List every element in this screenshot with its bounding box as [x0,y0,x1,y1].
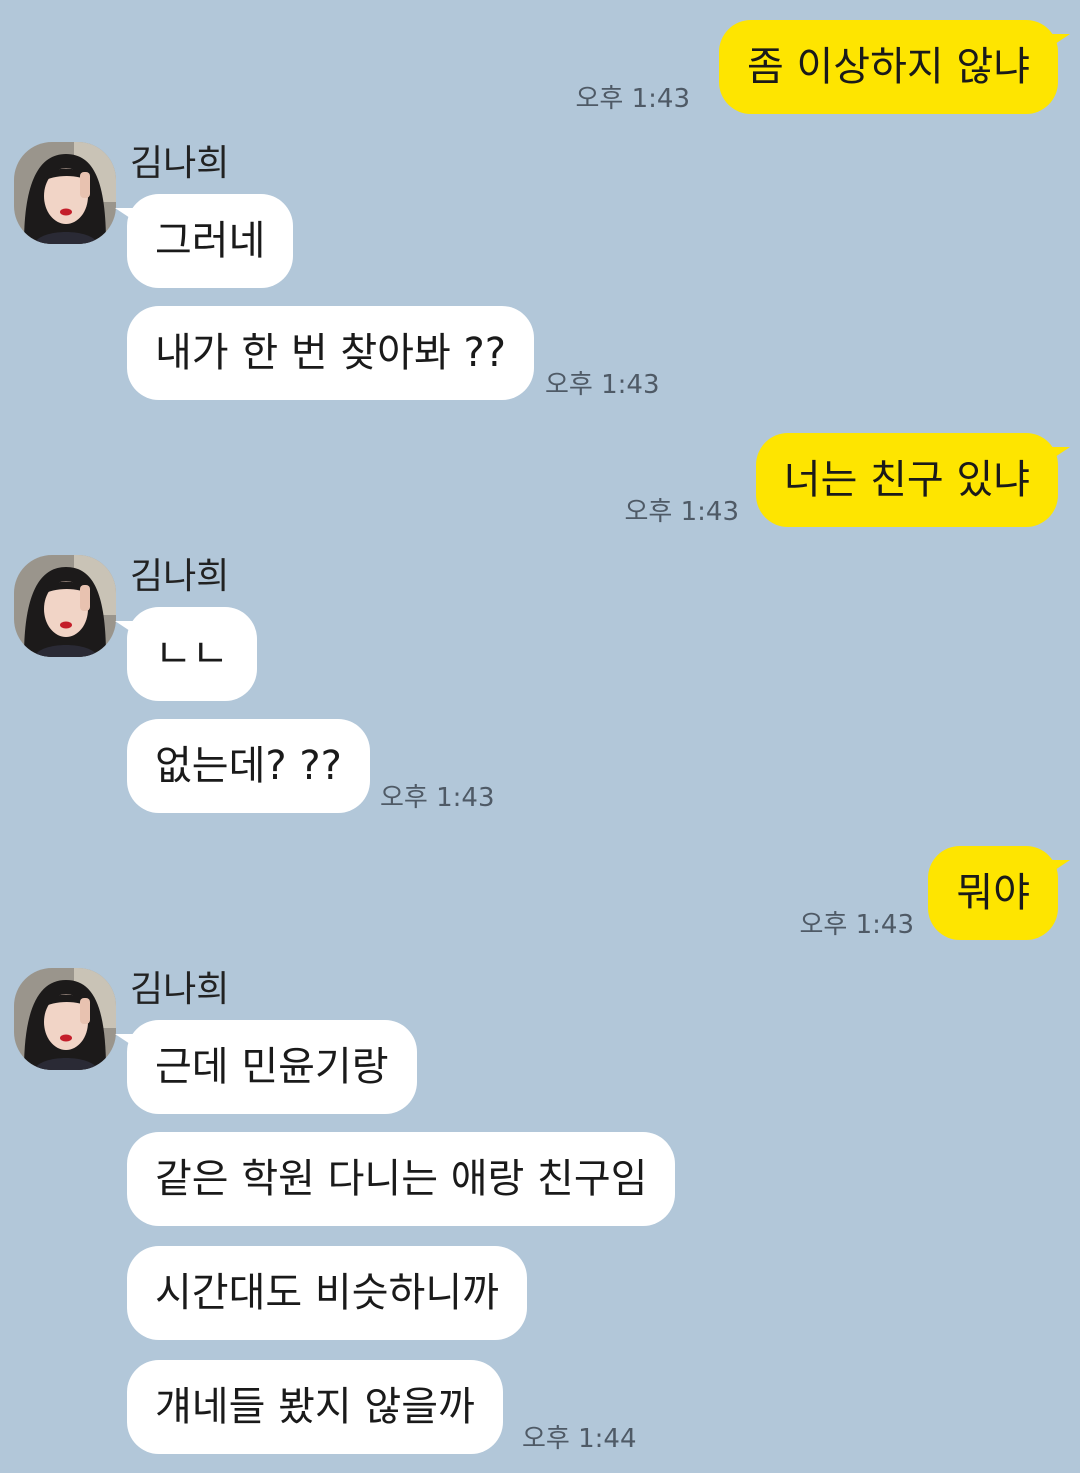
incoming-message-bubble[interactable]: 걔네들 봤지 않을까 [127,1360,503,1454]
outgoing-message-bubble[interactable]: 뭐야 [928,846,1070,940]
contact-avatar[interactable] [14,555,116,657]
sender-name: 김나희 [130,556,230,597]
message-timestamp: 오후 1:43 [575,84,691,114]
message-timestamp: 오후 1:43 [545,370,660,400]
avatar-photo-icon [14,555,116,657]
message-timestamp: 오후 1:43 [799,910,915,940]
incoming-message-bubble[interactable]: ㄴㄴ [115,607,257,701]
message-timestamp: 오후 1:44 [522,1424,637,1454]
message-timestamp: 오후 1:43 [380,783,495,813]
sender-name: 김나희 [130,969,230,1010]
avatar-photo-icon [14,968,116,1070]
incoming-message-bubble[interactable]: 그러네 [114,194,294,288]
incoming-message-bubble[interactable]: 근데 민윤기랑 [115,1020,417,1114]
incoming-message-bubble[interactable]: 내가 한 번 찾아봐 ?? [127,306,534,400]
message-timestamp: 오후 1:43 [624,497,740,527]
contact-avatar[interactable] [14,968,116,1070]
sender-name: 김나희 [130,143,230,184]
incoming-message-bubble[interactable]: 시간대도 비슷하니까 [127,1246,527,1340]
incoming-message-bubble[interactable]: 없는데? ?? [127,719,370,813]
outgoing-message-bubble[interactable]: 너는 친구 있냐 [755,433,1071,527]
contact-avatar[interactable] [14,142,116,244]
avatar-photo-icon [14,142,116,244]
outgoing-message-bubble[interactable]: 좀 이상하지 않냐 [718,20,1071,114]
incoming-message-bubble[interactable]: 같은 학원 다니는 애랑 친구임 [127,1132,676,1226]
